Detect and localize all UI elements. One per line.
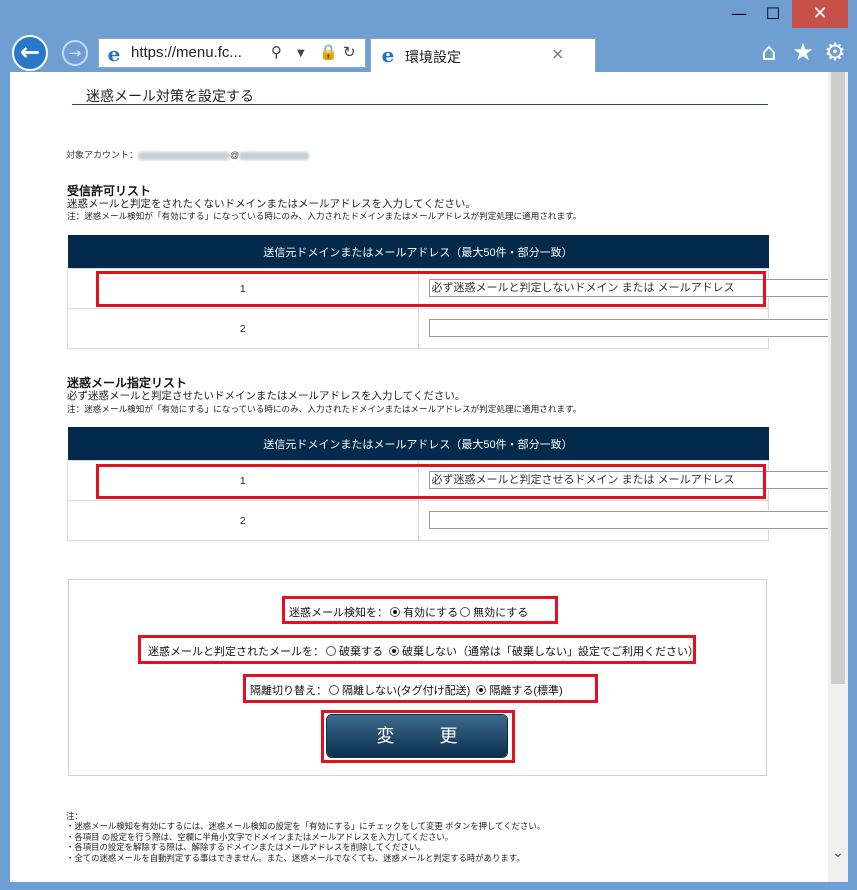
favorites-icon[interactable]: ★ (788, 37, 818, 67)
lock-icon[interactable]: 🔒 (319, 43, 338, 61)
table-row: 2 (67, 308, 848, 349)
table-row: 1 必ず迷惑メールと判定させるドメイン または メールアドレス (67, 460, 848, 501)
title-divider (72, 104, 768, 105)
detection-option-row: 迷惑メール検知を： 有効にする 無効にする (289, 604, 528, 620)
back-icon[interactable]: ← (12, 35, 48, 71)
page-title: 迷惑メール対策を設定する (86, 88, 254, 104)
detection-disable-label[interactable]: 無効にする (473, 607, 528, 619)
allow-list-input-2[interactable] (428, 319, 848, 337)
keep-radio[interactable] (389, 646, 399, 656)
row-field-cell: 必ず迷惑メールと判定させるドメイン または メールアドレス (417, 460, 848, 501)
home-icon[interactable]: ⌂ (754, 37, 784, 67)
block-list-input-2[interactable] (428, 511, 848, 529)
block-list-input-1[interactable]: 必ず迷惑メールと判定させるドメイン または メールアドレス (428, 471, 848, 489)
account-line: 対象アカウント： @ (66, 148, 310, 161)
address-text[interactable]: https://menu.fc... (131, 44, 242, 61)
block-list-note: 注：迷惑メール検知が「有効にする」になっている時にのみ、入力されたドメインまたは… (67, 404, 582, 414)
handling-option-row: 迷惑メールと判定されたメールを： 破棄する 破棄しない（通常は「破棄しない」設定でご… (148, 643, 699, 659)
allow-list-note: 注：迷惑メール検知が「有効にする」になっている時にのみ、入力されたドメインまたは… (67, 211, 582, 221)
note-line: ・各項目 の設定を行う際は、空欄に半角小文字でドメインまたはメールアドレスを入力… (66, 831, 454, 842)
row-number: 2 (67, 308, 419, 349)
minimize-button[interactable]: — (724, 0, 754, 28)
settings-icon[interactable]: ⚙ (820, 37, 850, 67)
allow-list-column-header: 送信元ドメインまたはメールアドレス（最大50件・部分一致） (67, 235, 769, 269)
account-redacted (138, 151, 231, 160)
block-list-table: 送信元ドメインまたはメールアドレス（最大50件・部分一致） 1 必ず迷惑メールと… (67, 427, 848, 541)
close-window-button[interactable]: ✕ (792, 0, 848, 28)
discard-radio[interactable] (326, 646, 336, 656)
refresh-icon[interactable]: ↻ (343, 43, 356, 61)
isolation-option-row: 隔離切り替え： 隔離しない(タグ付け配送) 隔離する(標準) (250, 682, 563, 698)
page-content: 迷惑メール対策を設定する 対象アカウント： @ 受信許可リスト 迷惑メールと判定を… (10, 72, 848, 882)
scrollbar-thumb[interactable] (831, 72, 845, 684)
detection-enable-label[interactable]: 有効にする (403, 607, 458, 619)
notes-block: 注： ・迷惑メール検知を有効にするには、迷惑メール検知の設定を「有効にする」にチ… (66, 811, 545, 863)
allow-list-table: 送信元ドメインまたはメールアドレス（最大50件・部分一致） 1 必ず迷惑メールと… (67, 235, 848, 349)
tab-title: 環境設定 (405, 49, 461, 65)
notes-header: 注： (66, 811, 83, 821)
block-list-description: 必ず迷惑メールと判定させたいドメインまたはメールアドレスを入力してください。 (67, 390, 466, 402)
address-bar[interactable]: e https://menu.fc... ⚲ ▼ 🔒 ↻ (98, 38, 366, 68)
row-number: 2 (67, 500, 419, 541)
vertical-scrollbar[interactable]: ⌄ (828, 72, 848, 882)
maximize-button[interactable]: ☐ (758, 0, 788, 28)
window-titlebar: — ☐ ✕ (0, 0, 857, 32)
dropdown-icon[interactable]: ▼ (297, 48, 305, 59)
account-domain-redacted (239, 151, 310, 160)
detection-label: 迷惑メール検知を： (289, 607, 388, 619)
discard-label[interactable]: 破棄する (339, 646, 383, 658)
change-button[interactable]: 変 更 (327, 715, 507, 757)
keep-label[interactable]: 破棄しない（通常は「破棄しない」設定でご利用ください） (402, 646, 699, 658)
row-field-cell (417, 500, 848, 541)
allow-list-description: 迷惑メールと判定をされたくないドメインまたはメールアドレスを入力してください。 (67, 198, 476, 210)
isolate-label[interactable]: 隔離する(標準) (489, 685, 562, 697)
row-field-cell: 必ず迷惑メールと判定しないドメイン または メールアドレス (417, 268, 848, 309)
note-line: ・迷惑メール検知を有効にするには、迷惑メール検知の設定を「有効にする」にチェック… (66, 821, 546, 832)
browser-navbar: ← → e https://menu.fc... ⚲ ▼ 🔒 ↻ e 環境設定 … (0, 32, 857, 72)
row-number: 1 (67, 460, 419, 501)
forward-icon[interactable]: → (62, 40, 88, 66)
table-row: 1 必ず迷惑メールと判定しないドメイン または メールアドレス (67, 268, 848, 309)
page-viewport: 迷惑メール対策を設定する 対象アカウント： @ 受信許可リスト 迷惑メールと判定を… (10, 72, 848, 882)
no-isolate-radio[interactable] (329, 685, 339, 695)
chevron-down-icon[interactable]: ⌄ (828, 844, 848, 862)
row-number: 1 (67, 268, 419, 309)
tab-settings[interactable]: e 環境設定 × (370, 38, 596, 72)
detection-disable-radio[interactable] (460, 607, 471, 617)
no-isolate-label[interactable]: 隔離しない(タグ付け配送) (342, 685, 470, 697)
allow-list-input-1[interactable]: 必ず迷惑メールと判定しないドメイン または メールアドレス (428, 279, 848, 297)
note-line: ・各項目の設定を解除する際は、解除するドメインまたはメールアドレスを削除してくだ… (66, 842, 426, 853)
isolation-label: 隔離切り替え： (250, 685, 327, 697)
block-list-column-header: 送信元ドメインまたはメールアドレス（最大50件・部分一致） (67, 427, 769, 461)
note-line: ・全ての迷惑メールを自動判定する事はできません。また、迷惑メールでなくても、迷惑… (66, 852, 525, 863)
search-icon[interactable]: ⚲ (271, 43, 282, 61)
handling-label: 迷惑メールと判定されたメールを： (148, 646, 324, 658)
account-at: @ (230, 150, 240, 160)
account-label: 対象アカウント： (66, 150, 139, 160)
tab-close-icon[interactable]: × (551, 44, 564, 63)
ie-icon: e (381, 43, 395, 67)
row-field-cell (417, 308, 848, 349)
table-row: 2 (67, 500, 848, 541)
isolate-radio[interactable] (476, 685, 487, 695)
ie-icon: e (107, 42, 121, 66)
detection-enable-radio[interactable] (390, 607, 400, 617)
